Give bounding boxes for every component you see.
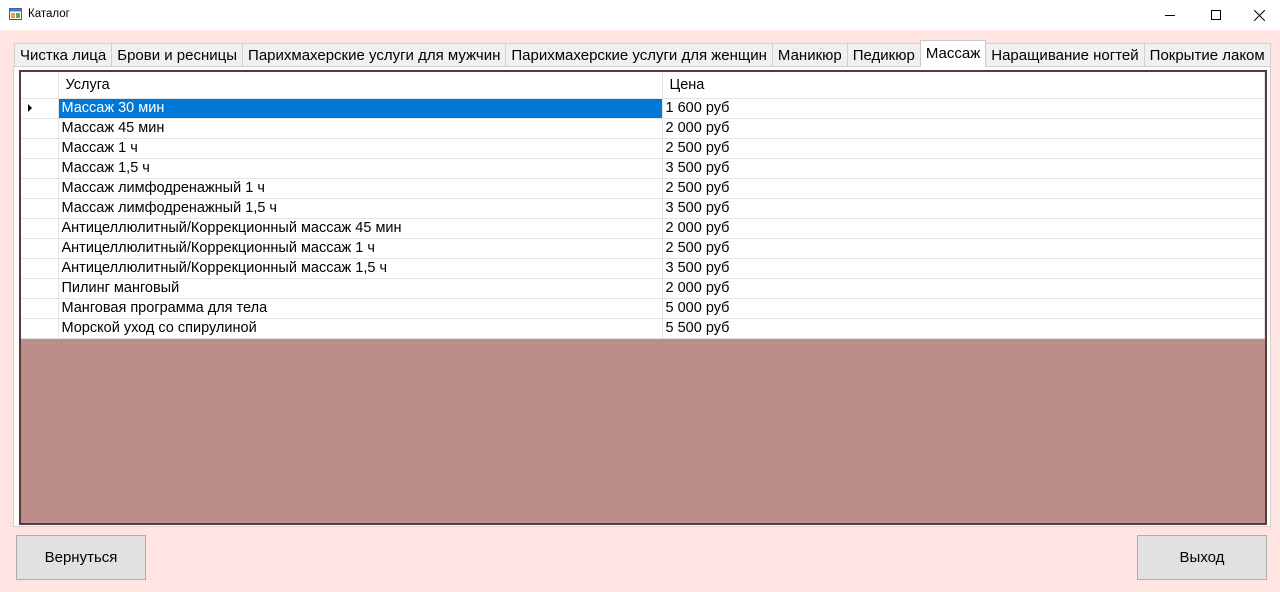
row-header[interactable] — [21, 318, 59, 339]
table-row[interactable]: Антицеллюлитный/Коррекционный массаж 1,5… — [21, 258, 1265, 279]
cell-service[interactable]: Морской уход со спирулиной — [58, 318, 663, 339]
cell-price[interactable]: 1 600 руб — [662, 98, 1265, 119]
row-header[interactable] — [21, 178, 59, 199]
cell-price[interactable]: 2 000 руб — [662, 218, 1265, 239]
row-header[interactable] — [21, 278, 59, 299]
services-table: Услуга Цена Массаж 30 мин 1 600 руб Массаж… — [21, 72, 1265, 339]
tab-page-massage: Услуга Цена Массаж 30 мин 1 600 руб Массаж… — [13, 66, 1271, 527]
maximize-button[interactable] — [1193, 0, 1239, 30]
row-header[interactable] — [21, 298, 59, 319]
cell-service[interactable]: Массаж 45 мин — [58, 118, 663, 139]
cell-service[interactable]: Массаж 1 ч — [58, 138, 663, 159]
cell-service[interactable]: Массаж 1,5 ч — [58, 158, 663, 179]
row-header[interactable] — [21, 198, 59, 219]
cell-price[interactable]: 2 500 руб — [662, 178, 1265, 199]
tab-mens-hair[interactable]: Парихмахерские услуги для мужчин — [242, 43, 507, 67]
close-button[interactable] — [1236, 0, 1280, 30]
cell-service[interactable]: Массаж лимфодренажный 1 ч — [58, 178, 663, 199]
table-row[interactable]: Антицеллюлитный/Коррекционный массаж 1 ч… — [21, 238, 1265, 259]
row-header[interactable] — [21, 218, 59, 239]
cell-service[interactable]: Массаж лимфодренажный 1,5 ч — [58, 198, 663, 219]
current-row-arrow-icon — [28, 104, 32, 112]
row-header[interactable] — [21, 238, 59, 259]
table-row[interactable]: Пилинг манговый 2 000 руб — [21, 278, 1265, 299]
row-header[interactable] — [21, 258, 59, 279]
cell-service[interactable]: Пилинг манговый — [58, 278, 663, 299]
cell-price[interactable]: 2 500 руб — [662, 238, 1265, 259]
tab-pedicure[interactable]: Педикюр — [846, 43, 921, 67]
table-row[interactable]: Массаж лимфодренажный 1 ч2 500 руб — [21, 178, 1265, 199]
app-icon — [9, 8, 22, 20]
cell-service[interactable]: Антицеллюлитный/Коррекционный массаж 1,5… — [58, 258, 663, 279]
cell-service[interactable]: Манговая программа для тела — [58, 298, 663, 319]
tab-polish[interactable]: Покрытие лаком — [1143, 43, 1271, 67]
cell-price[interactable]: 5 500 руб — [662, 318, 1265, 339]
table-row[interactable]: Морской уход со спирулиной 5 500 руб — [21, 318, 1265, 339]
minimize-button[interactable] — [1147, 0, 1193, 30]
exit-button[interactable]: Выход — [1137, 535, 1267, 580]
minimize-icon — [1165, 15, 1175, 16]
row-header[interactable] — [21, 98, 59, 119]
corner-header[interactable] — [21, 72, 59, 99]
maximize-icon — [1211, 10, 1221, 20]
cell-price[interactable]: 2 000 руб — [662, 118, 1265, 139]
column-header-price[interactable]: Цена — [662, 72, 1265, 99]
table-row[interactable]: Массаж 1,5 ч3 500 руб — [21, 158, 1265, 179]
cell-service[interactable]: Массаж 30 мин — [58, 98, 663, 119]
window-title: Каталог — [28, 8, 70, 20]
table-row[interactable]: Массаж лимфодренажный 1,5 ч3 500 руб — [21, 198, 1265, 219]
header-row: Услуга Цена — [21, 72, 1265, 99]
row-header[interactable] — [21, 158, 59, 179]
table-row[interactable]: Массаж 30 мин 1 600 руб — [21, 98, 1265, 119]
cell-price[interactable]: 3 500 руб — [662, 258, 1265, 279]
row-header[interactable] — [21, 118, 59, 139]
cell-price[interactable]: 2 500 руб — [662, 138, 1265, 159]
table-row[interactable]: Манговая программа для тела 5 000 руб — [21, 298, 1265, 319]
tab-brows-lashes[interactable]: Брови и ресницы — [111, 43, 244, 67]
table-row[interactable]: Массаж 45 мин 2 000 руб — [21, 118, 1265, 139]
back-button[interactable]: Вернуться — [16, 535, 146, 580]
title-bar: Каталог — [0, 0, 1280, 30]
cell-price[interactable]: 5 000 руб — [662, 298, 1265, 319]
table-row[interactable]: Антицеллюлитный/Коррекционный массаж 45 … — [21, 218, 1265, 239]
column-header-service[interactable]: Услуга — [58, 72, 663, 99]
cell-service[interactable]: Антицеллюлитный/Коррекционный массаж 1 ч — [58, 238, 663, 259]
tab-strip: Чистка лица Брови и ресницы Парихмахерск… — [14, 40, 1271, 67]
row-header[interactable] — [21, 138, 59, 159]
tab-massage[interactable]: Массаж — [919, 40, 987, 67]
close-icon — [1253, 9, 1265, 21]
services-grid[interactable]: Услуга Цена Массаж 30 мин 1 600 руб Массаж… — [19, 70, 1267, 525]
tab-womens-hair[interactable]: Парихмахерские услуги для женщин — [505, 43, 773, 67]
table-row[interactable]: Массаж 1 ч2 500 руб — [21, 138, 1265, 159]
cell-price[interactable]: 2 000 руб — [662, 278, 1265, 299]
cell-price[interactable]: 3 500 руб — [662, 198, 1265, 219]
tab-nail-extension[interactable]: Наращивание ногтей — [985, 43, 1145, 67]
tab-manicure[interactable]: Маникюр — [771, 43, 848, 67]
cell-price[interactable]: 3 500 руб — [662, 158, 1265, 179]
tab-face-cleaning[interactable]: Чистка лица — [14, 43, 113, 67]
cell-service[interactable]: Антицеллюлитный/Коррекционный массаж 45 … — [58, 218, 663, 239]
